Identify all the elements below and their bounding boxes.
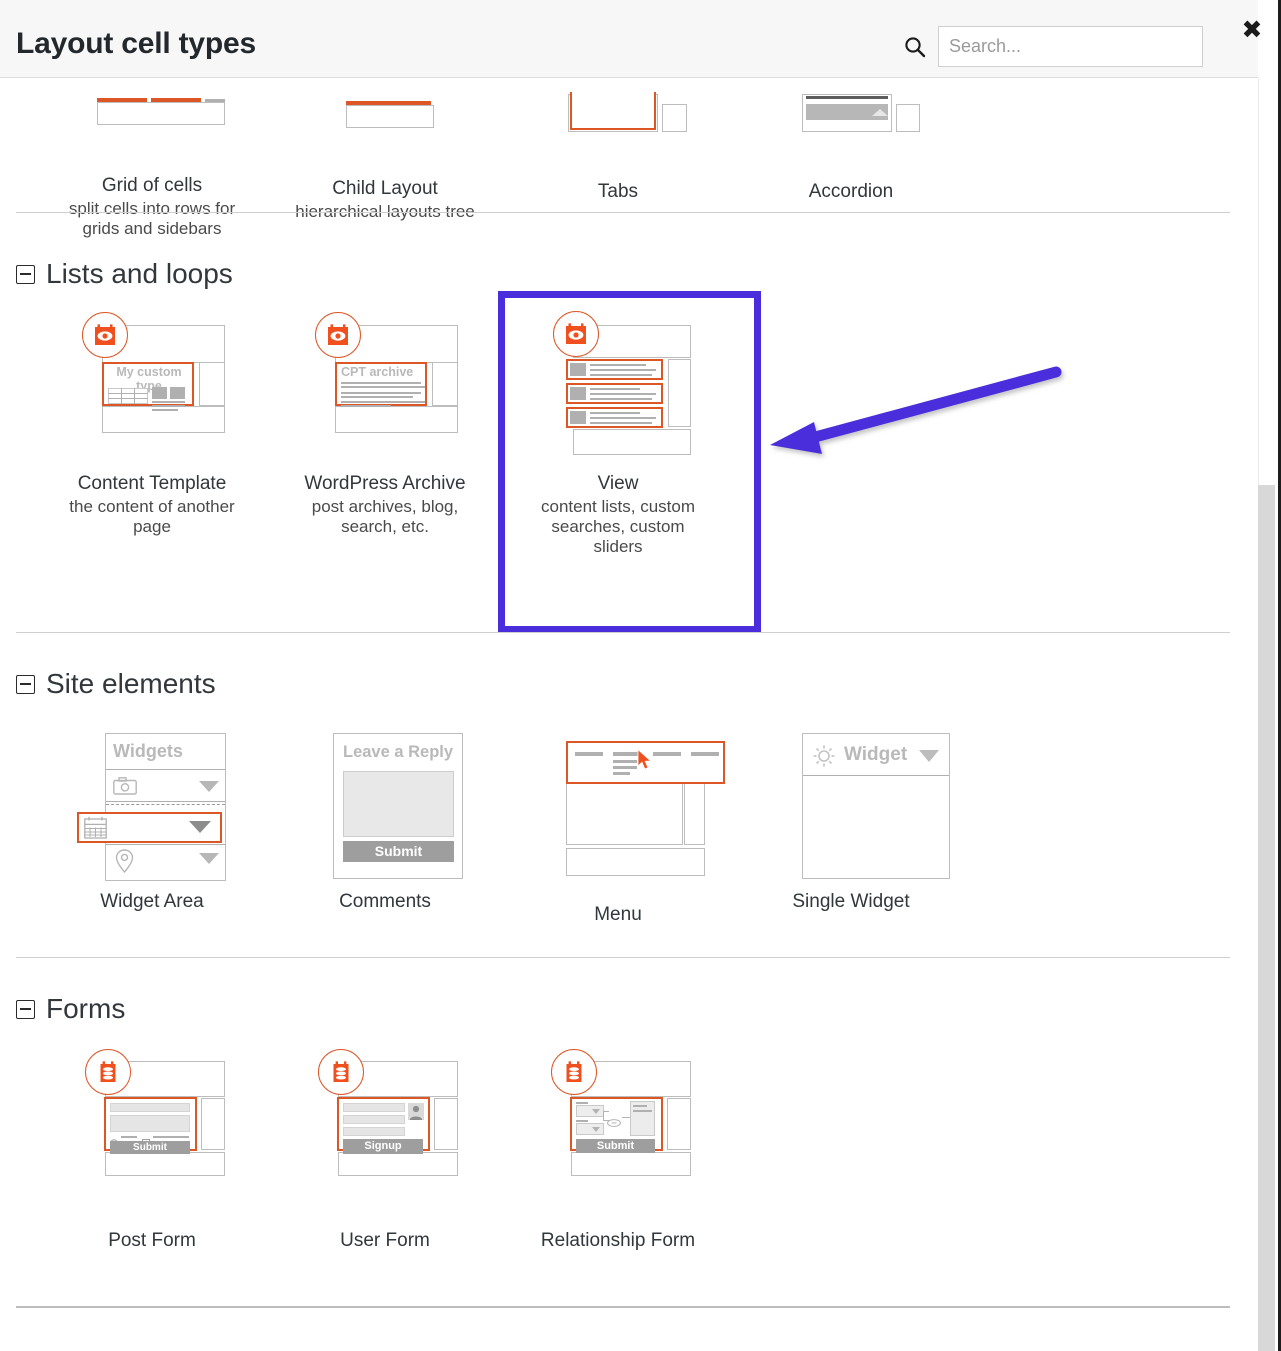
card-title: Content Template [52, 474, 252, 495]
card-grid-of-cells[interactable]: Grid of cells split cells into rows for … [52, 18, 252, 239]
card-comments[interactable]: Leave a Reply Submit Comments [285, 733, 485, 913]
drop-zone-dashed [106, 804, 225, 805]
card-thumbnail: CPT archive [310, 316, 460, 466]
form-db-icon [551, 1049, 597, 1095]
avatar-icon [408, 1103, 424, 1125]
section-title: Lists and loops [46, 258, 233, 290]
card-title: Widget Area [52, 892, 252, 913]
image-placeholder-icon [570, 411, 586, 424]
calendar-icon [84, 816, 107, 844]
card-widget-area[interactable]: Widgets [52, 733, 252, 913]
chevron-up-icon [872, 109, 888, 116]
card-title: Post Form [52, 1231, 252, 1252]
card-view[interactable]: View content lists, custom searches, cus… [518, 316, 718, 557]
card-single-widget[interactable]: Widget Single Widget [751, 733, 951, 913]
card-thumbnail [776, 24, 926, 174]
vertical-scrollbar-thumb[interactable] [1258, 485, 1275, 1351]
chevron-down-icon [199, 781, 219, 792]
annotation-arrow [760, 350, 1080, 475]
cursor-icon [637, 749, 654, 776]
section-divider [16, 632, 1230, 633]
card-relationship-form[interactable]: Submit Relationship Form [518, 1053, 718, 1252]
section-title: Site elements [46, 668, 216, 700]
card-thumbnail: Submit [77, 1053, 227, 1203]
map-pin-icon [115, 849, 134, 878]
chevron-down-icon [189, 821, 211, 833]
section-header-forms[interactable]: Forms [16, 993, 125, 1025]
card-title: Relationship Form [518, 1231, 718, 1252]
section-header-lists-and-loops[interactable]: Lists and loops [16, 258, 233, 290]
card-thumbnail: Widgets [77, 733, 227, 883]
view-eye-icon [315, 312, 361, 358]
chevron-down-icon [592, 1109, 600, 1114]
card-title: Menu [518, 905, 718, 926]
card-thumbnail: Signup [310, 1053, 460, 1203]
card-title: WordPress Archive [285, 474, 485, 495]
card-thumbnail: Widget [776, 733, 926, 883]
thumb-placeholder-text: CPT archive [341, 365, 413, 379]
chevron-down-icon [919, 750, 939, 762]
view-eye-icon [82, 312, 128, 358]
thumb-submit-button: Submit [110, 1141, 190, 1154]
chevron-down-icon [592, 1127, 600, 1132]
card-title: User Form [285, 1231, 485, 1252]
thumb-placeholder-text: Leave a Reply [343, 743, 453, 762]
card-thumbnail [543, 316, 693, 466]
section-title: Forms [46, 993, 125, 1025]
card-subtitle: the content of another page [52, 497, 252, 537]
collapse-minus-icon[interactable] [16, 675, 35, 694]
image-placeholder-icon [570, 363, 586, 376]
section-divider [16, 1306, 1230, 1308]
view-eye-icon [553, 311, 599, 357]
card-title: Child Layout [285, 179, 485, 200]
image-placeholder-icon [570, 387, 586, 400]
card-thumbnail [543, 24, 693, 174]
thumb-submit-button: Submit [343, 841, 454, 862]
form-db-icon [318, 1049, 364, 1095]
section-divider [16, 957, 1230, 958]
card-subtitle: split cells into rows for grids and side… [52, 199, 252, 239]
card-thumbnail [543, 733, 693, 883]
card-thumbnail [77, 18, 227, 168]
link-icon [607, 1114, 621, 1132]
thumb-submit-button: Submit [576, 1139, 655, 1153]
thumb-placeholder-text: Widgets [113, 741, 183, 762]
chevron-down-icon [199, 853, 219, 864]
card-thumbnail: Submit [543, 1053, 693, 1203]
card-title: Single Widget [751, 892, 951, 913]
card-thumbnail: My custom type [77, 316, 227, 466]
card-subtitle: post archives, blog, search, etc. [285, 497, 485, 537]
dialog-body: Grid of cells split cells into rows for … [0, 78, 1258, 1351]
card-tabs[interactable]: Tabs [518, 24, 718, 203]
card-child-layout[interactable]: Child Layout hierarchical layouts tree [285, 21, 485, 222]
thumb-placeholder-text: Widget [844, 744, 907, 766]
card-subtitle: content lists, custom searches, custom s… [518, 497, 718, 557]
card-thumbnail: Leave a Reply Submit [310, 733, 460, 883]
gear-icon [811, 743, 837, 774]
card-post-form[interactable]: Submit Post Form [52, 1053, 252, 1252]
card-title: Comments [285, 892, 485, 913]
close-icon[interactable]: ✖ [1240, 18, 1264, 42]
camera-icon [113, 777, 137, 800]
card-wordpress-archive[interactable]: CPT archive WordPress Archive post archi… [285, 316, 485, 537]
card-title: Grid of cells [52, 176, 252, 197]
section-divider [16, 212, 1230, 213]
layout-cell-types-dialog: Layout cell types ✖ Grid of cells spl [0, 0, 1281, 1351]
card-user-form[interactable]: Signup User Form [285, 1053, 485, 1252]
collapse-minus-icon[interactable] [16, 1000, 35, 1019]
form-db-icon [85, 1049, 131, 1095]
section-header-site-elements[interactable]: Site elements [16, 668, 216, 700]
card-title: View [518, 474, 718, 495]
card-title: Accordion [751, 182, 951, 203]
card-title: Tabs [518, 182, 718, 203]
card-thumbnail [310, 21, 460, 171]
search-input[interactable] [938, 26, 1203, 67]
thumb-submit-button: Signup [343, 1139, 423, 1154]
image-placeholder-icon [152, 387, 167, 399]
collapse-minus-icon[interactable] [16, 265, 35, 284]
card-accordion[interactable]: Accordion [751, 24, 951, 203]
card-content-template[interactable]: My custom type Content Template the cont… [52, 316, 252, 537]
image-placeholder-icon [170, 387, 185, 399]
card-menu[interactable]: Menu [518, 733, 718, 926]
